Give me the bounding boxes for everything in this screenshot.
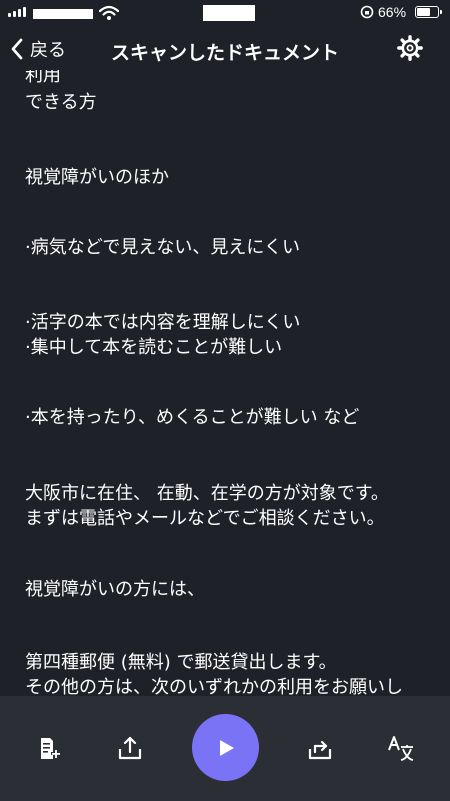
rescan-icon bbox=[308, 740, 332, 760]
rescan-button[interactable] bbox=[305, 734, 335, 764]
page-title: スキャンしたドキュメント bbox=[110, 42, 339, 64]
document-text-area[interactable]: 利用 できる方 視覚障がいのほか ·病気などで見えない、見えにくい ·活字の本で… bbox=[0, 70, 450, 696]
wifi-icon bbox=[99, 5, 119, 20]
add-page-button[interactable] bbox=[34, 734, 64, 764]
settings-button[interactable] bbox=[397, 35, 423, 65]
orientation-lock-icon bbox=[360, 5, 374, 19]
document-line: 視覚障がいのほか bbox=[25, 167, 169, 188]
time-redacted bbox=[203, 5, 255, 21]
document-line: できる方 bbox=[25, 92, 97, 113]
document-line: まずは電話やメールなどでご相談ください。 bbox=[25, 508, 385, 529]
document-line: 第四種郵便 (無料) で郵送貸出します。 bbox=[25, 652, 337, 673]
play-icon bbox=[219, 739, 234, 756]
document-line: 大阪市に在住、 在動、在学の方が対象です。 bbox=[25, 483, 389, 504]
battery-fill bbox=[417, 8, 430, 16]
document-line: ·本を持ったり、めくることが難しい など bbox=[25, 407, 360, 428]
nav-bar: 戻る スキャンしたドキュメント bbox=[0, 30, 450, 70]
translate-icon bbox=[388, 736, 414, 761]
document-line: ·集中して本を読むことが難しい bbox=[25, 337, 283, 358]
share-icon bbox=[118, 736, 142, 760]
gear-icon bbox=[397, 35, 423, 61]
document-line: 視覚障がいの方には、 bbox=[25, 579, 205, 600]
document-line: 利用 bbox=[25, 70, 61, 86]
play-button[interactable] bbox=[192, 714, 259, 781]
translate-button[interactable] bbox=[386, 734, 416, 764]
document-line: その他の方は、次のいずれかの利用をお願いし bbox=[25, 677, 403, 696]
carrier-redacted bbox=[33, 9, 93, 19]
back-button[interactable]: 戻る bbox=[10, 36, 66, 62]
battery-percentage: 66% bbox=[378, 4, 407, 20]
document-line: ·病気などで見えない、見えにくい bbox=[25, 237, 301, 258]
share-button[interactable] bbox=[115, 734, 145, 764]
chevron-left-icon bbox=[11, 38, 23, 60]
document-line: ·活字の本では内容を理解しにくい bbox=[25, 312, 301, 333]
status-bar: 66% bbox=[0, 0, 450, 26]
signal-strength-icon bbox=[8, 7, 26, 17]
add-page-icon bbox=[41, 738, 61, 759]
battery-icon bbox=[415, 6, 442, 18]
bottom-toolbar bbox=[0, 696, 450, 801]
back-label: 戻る bbox=[30, 40, 66, 61]
